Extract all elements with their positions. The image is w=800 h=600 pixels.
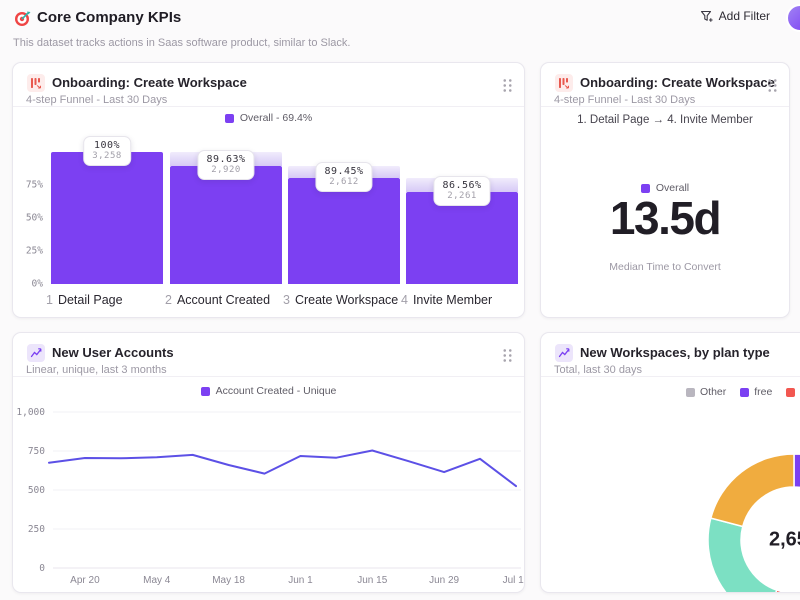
filter-plus-icon (700, 10, 713, 23)
x-axis-tick: Apr 20 (70, 575, 100, 586)
funnel-report-icon (555, 74, 573, 92)
donut-slice[interactable] (711, 454, 794, 527)
line-chart[interactable]: 0 250 500 750 1,000 Apr 20 May 4 May 18 Jun 1 Jun… (13, 401, 525, 593)
conversion-percent: 89.63% (206, 154, 245, 165)
legend-swatch (201, 387, 210, 396)
x-axis-tick: Jun 1 (288, 575, 313, 586)
line-report-icon (27, 344, 45, 362)
conversion-time-card[interactable]: Onboarding: Create Workspace 4-step Funn… (540, 62, 790, 318)
funnel-bar[interactable] (288, 178, 400, 284)
target-logo-icon (14, 10, 31, 27)
conversion-count: 2,612 (324, 177, 363, 187)
line-report-icon (555, 344, 573, 362)
divider (13, 376, 524, 377)
step-name: Create Workspace (295, 293, 398, 307)
donut-chart[interactable] (541, 377, 800, 593)
funnel-card[interactable]: Onboarding: Create Workspace 4-step Funn… (12, 62, 525, 318)
conversion-count: 3,258 (92, 151, 122, 161)
card-title: New Workspaces, by plan type (580, 345, 770, 360)
conversion-percent: 86.56% (442, 180, 481, 191)
y-axis-tick: 1,000 (16, 407, 45, 418)
drag-handle-icon[interactable] (502, 348, 513, 363)
card-subtitle: 4-step Funnel - Last 30 Days (554, 94, 695, 106)
median-time-caption: Median Time to Convert (541, 261, 789, 273)
funnel-step-label: 1 Detail Page (46, 293, 123, 307)
x-axis-tick: Jun 15 (357, 575, 387, 586)
y-axis-tick: 0 (39, 563, 45, 574)
y-axis-tick: 250 (28, 524, 45, 535)
step-name: Account Created (177, 293, 270, 307)
drag-handle-icon[interactable] (767, 78, 778, 93)
donut-slice[interactable] (708, 518, 777, 593)
conversion-count: 2,261 (442, 191, 481, 201)
funnel-step-label: 2 Account Created (165, 293, 270, 307)
funnel-step-range: 1. Detail Page → 4. Invite Member (541, 114, 789, 126)
x-axis-tick: Jun 29 (429, 575, 459, 586)
x-axis-tick: May 18 (212, 575, 245, 586)
divider (541, 106, 789, 107)
conversion-percent: 100% (92, 140, 122, 151)
add-filter-button[interactable]: Add Filter (700, 9, 770, 23)
y-axis-tick: 75% (13, 180, 43, 191)
line-legend: Account Created - Unique (13, 385, 524, 397)
card-subtitle: Total, last 30 days (554, 364, 642, 376)
funnel-value-badge: 89.63%2,920 (197, 150, 254, 180)
funnel-step-label: 3 Create Workspace (283, 293, 398, 307)
funnel-bar[interactable] (51, 152, 163, 284)
add-filter-label: Add Filter (719, 9, 770, 23)
funnel-report-icon (27, 74, 45, 92)
y-axis-tick: 50% (13, 213, 43, 224)
y-axis-tick: 500 (28, 485, 45, 496)
step-name: Invite Member (413, 293, 492, 307)
donut-total-value: 2,656 (769, 529, 800, 552)
conversion-percent: 89.45% (324, 166, 363, 177)
donut-slice[interactable] (794, 454, 800, 583)
step-name: Detail Page (58, 293, 123, 307)
y-axis-tick: 25% (13, 246, 43, 257)
card-subtitle: Linear, unique, last 3 months (26, 364, 167, 376)
page-header: Core Company KPIs This dataset tracks ac… (0, 0, 800, 56)
x-axis-tick: Jul 13 (503, 575, 525, 586)
step-index: 4 (401, 293, 408, 307)
new-user-accounts-card[interactable]: New User Accounts Linear, unique, last 3… (12, 332, 525, 593)
card-title: Onboarding: Create Workspace (580, 75, 775, 90)
drag-handle-icon[interactable] (502, 78, 513, 93)
line-series[interactable] (49, 451, 516, 487)
median-time-value: 13.5d (541, 195, 789, 241)
funnel-step-label: 4 Invite Member (401, 293, 492, 307)
x-axis-tick: May 4 (143, 575, 171, 586)
funnel-value-badge: 89.45%2,612 (315, 162, 372, 192)
user-avatar[interactable] (786, 4, 800, 32)
conversion-count: 2,920 (206, 165, 245, 175)
card-title: New User Accounts (52, 345, 174, 360)
funnel-value-badge: 86.56%2,261 (433, 176, 490, 206)
step-index: 2 (165, 293, 172, 307)
card-subtitle: 4-step Funnel - Last 30 Days (26, 94, 167, 106)
funnel-bar[interactable] (170, 166, 282, 284)
funnel-chart: 0%25%50%75%100%3,2581Detail Page89.63%2,… (13, 107, 525, 318)
y-axis-tick: 750 (28, 446, 45, 457)
step-index: 1 (46, 293, 53, 307)
new-workspaces-card[interactable]: New Workspaces, by plan type Total, last… (540, 332, 800, 593)
card-title: Onboarding: Create Workspace (52, 75, 247, 90)
y-axis-tick: 0% (13, 279, 43, 290)
page-title: Core Company KPIs (37, 9, 181, 26)
step-index: 3 (283, 293, 290, 307)
legend-label: Account Created - Unique (216, 385, 337, 397)
page-subtitle: This dataset tracks actions in Saas soft… (13, 37, 350, 49)
funnel-value-badge: 100%3,258 (83, 136, 131, 166)
